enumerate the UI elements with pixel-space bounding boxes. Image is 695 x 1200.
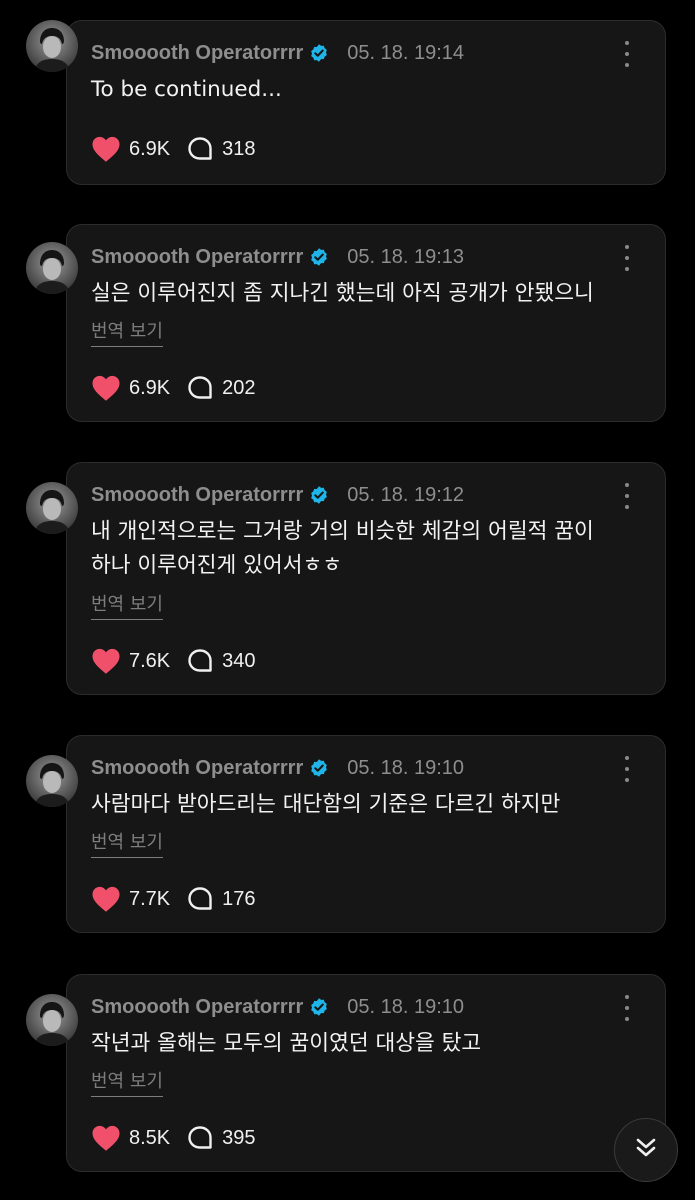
post-actions: 6.9K 318 [91,132,256,166]
post-text-line: 사람마다 받아드리는 대단함의 기준은 다르긴 하지만 [91,792,561,817]
post-actions: 7.7K 176 [91,882,256,916]
comment-count: 176 [222,887,256,910]
post-actions: 8.5K 395 [91,1121,256,1155]
post-text: 실은 이루어진지 좀 지나긴 했는데 아직 공개가 안됐으니 [91,277,635,311]
avatar[interactable] [26,994,78,1046]
more-options-icon[interactable] [617,756,637,782]
post-header: Smooooth Operatorrrr 05. 18. 19:14 [91,39,464,67]
avatar[interactable] [26,242,78,294]
comment-bubble-icon [186,1124,214,1152]
comment-button[interactable]: 395 [186,1124,256,1152]
heart-icon [91,135,121,163]
post-text-line: To be continued... [91,77,282,102]
post-text-line: 작년과 올해는 모두의 꿈이였던 대상을 탔고 [91,1031,482,1056]
post-text: 작년과 올해는 모두의 꿈이였던 대상을 탔고 [91,1027,635,1061]
post-card: Smooooth Operatorrrr 05. 18. 19:10 사람마다 … [66,735,666,933]
comment-count: 202 [222,376,256,399]
comment-button[interactable]: 176 [186,885,256,913]
post-text: 사람마다 받아드리는 대단함의 기준은 다르긴 하지만 [91,788,635,822]
post-header: Smooooth Operatorrrr 05. 18. 19:10 [91,754,464,782]
post-text: To be continued... [91,73,635,107]
post-actions: 6.9K 202 [91,371,256,405]
post-card: Smooooth Operatorrrr 05. 18. 19:10 작년과 올… [66,974,666,1172]
comment-button[interactable]: 202 [186,374,256,402]
post-card: Smooooth Operatorrrr 05. 18. 19:14 To be… [66,20,666,185]
like-count: 6.9K [129,137,171,160]
comment-count: 318 [222,137,256,160]
post-header: Smooooth Operatorrrr 05. 18. 19:10 [91,993,464,1021]
username[interactable]: Smooooth Operatorrrr [91,757,303,780]
like-count: 7.7K [129,887,171,910]
verified-badge-icon [309,485,329,505]
translate-link[interactable]: 번역 보기 [91,832,163,858]
verified-badge-icon [309,997,329,1017]
verified-badge-icon [309,247,329,267]
comment-button[interactable]: 318 [186,135,256,163]
post-card: Smooooth Operatorrrr 05. 18. 19:12 내 개인적… [66,462,666,695]
avatar[interactable] [26,482,78,534]
post-time: 05. 18. 19:14 [347,41,465,64]
double-chevron-down-icon [633,1135,659,1165]
comment-bubble-icon [186,374,214,402]
post-text-line: 실은 이루어진지 좀 지나긴 했는데 아직 공개가 안됐으니 [91,281,594,306]
like-button[interactable]: 7.7K [91,885,170,913]
heart-icon [91,885,121,913]
comment-bubble-icon [186,885,214,913]
username[interactable]: Smooooth Operatorrrr [91,484,303,507]
scroll-down-button[interactable] [614,1118,678,1182]
post-time: 05. 18. 19:13 [347,245,465,268]
comment-count: 340 [222,649,256,672]
avatar[interactable] [26,20,78,72]
more-options-icon[interactable] [617,483,637,509]
like-button[interactable]: 6.9K [91,374,170,402]
comment-button[interactable]: 340 [186,647,256,675]
post-text-line: 하나 이루어진게 있어서ㅎㅎ [91,553,343,578]
post-time: 05. 18. 19:10 [347,995,465,1018]
comment-bubble-icon [186,647,214,675]
like-button[interactable]: 7.6K [91,647,170,675]
post-header: Smooooth Operatorrrr 05. 18. 19:12 [91,481,464,509]
like-count: 8.5K [129,1126,171,1149]
like-button[interactable]: 8.5K [91,1124,170,1152]
verified-badge-icon [309,758,329,778]
avatar[interactable] [26,755,78,807]
post-time: 05. 18. 19:12 [347,483,465,506]
post-time: 05. 18. 19:10 [347,756,465,779]
like-count: 7.6K [129,649,171,672]
heart-icon [91,1124,121,1152]
like-button[interactable]: 6.9K [91,135,170,163]
more-options-icon[interactable] [617,245,637,271]
username[interactable]: Smooooth Operatorrrr [91,42,303,65]
more-options-icon[interactable] [617,995,637,1021]
heart-icon [91,647,121,675]
post-header: Smooooth Operatorrrr 05. 18. 19:13 [91,243,464,271]
heart-icon [91,374,121,402]
post-actions: 7.6K 340 [91,644,256,678]
username[interactable]: Smooooth Operatorrrr [91,996,303,1019]
like-count: 6.9K [129,376,171,399]
verified-badge-icon [309,43,329,63]
username[interactable]: Smooooth Operatorrrr [91,246,303,269]
post-text-line: 내 개인적으로는 그거랑 거의 비슷한 체감의 어릴적 꿈이 [91,519,594,544]
translate-link[interactable]: 번역 보기 [91,321,163,347]
translate-link[interactable]: 번역 보기 [91,1071,163,1097]
comment-bubble-icon [186,135,214,163]
comment-count: 395 [222,1126,256,1149]
more-options-icon[interactable] [617,41,637,67]
post-text: 내 개인적으로는 그거랑 거의 비슷한 체감의 어릴적 꿈이 하나 이루어진게 … [91,515,635,583]
post-card: Smooooth Operatorrrr 05. 18. 19:13 실은 이루… [66,224,666,422]
translate-link[interactable]: 번역 보기 [91,594,163,620]
